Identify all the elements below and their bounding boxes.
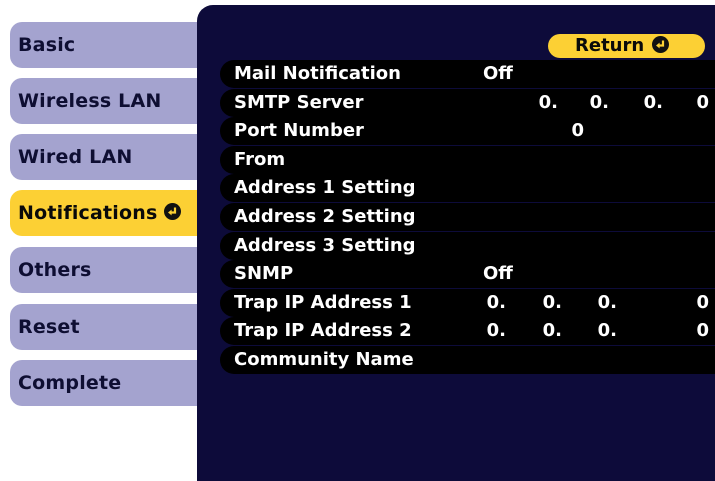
ip-octet: 0. bbox=[486, 291, 506, 313]
tab-wired-lan[interactable]: Wired LAN bbox=[10, 134, 206, 180]
setting-label: Port Number bbox=[234, 120, 364, 142]
smtp-server-row[interactable]: SMTP Server 0. 0. 0. 0 bbox=[220, 88, 715, 117]
tab-label: Complete bbox=[18, 372, 122, 394]
tab-basic[interactable]: Basic bbox=[10, 22, 206, 68]
tab-label: Basic bbox=[18, 34, 76, 56]
setting-label: From bbox=[234, 148, 286, 170]
enter-icon bbox=[163, 203, 181, 220]
community-name-row[interactable]: Community Name bbox=[220, 345, 715, 374]
from-row[interactable]: From bbox=[220, 145, 715, 174]
tab-label: Wired LAN bbox=[18, 146, 133, 168]
setting-label: Trap IP Address 2 bbox=[234, 320, 412, 342]
snmp-row[interactable]: SNMP Off bbox=[220, 260, 715, 289]
ip-octet: 0. bbox=[542, 291, 562, 313]
tab-others[interactable]: Others bbox=[10, 247, 206, 293]
setting-value: 0 bbox=[571, 120, 584, 142]
ip-octet: 0. bbox=[486, 320, 506, 342]
trap-ip-address-1-row[interactable]: Trap IP Address 1 0. 0. 0. 0 bbox=[220, 288, 715, 317]
ip-octet: 0. bbox=[589, 91, 609, 113]
ip-octet: 0. bbox=[597, 320, 617, 342]
ip-octet: 0. bbox=[538, 91, 558, 113]
return-label: Return bbox=[575, 35, 645, 56]
tab-label: Reset bbox=[18, 316, 80, 338]
ip-octet: 0 bbox=[696, 320, 709, 342]
address-2-setting-row[interactable]: Address 2 Setting bbox=[220, 202, 715, 231]
setting-label: SNMP bbox=[234, 263, 294, 285]
setting-value: Off bbox=[483, 263, 513, 285]
address-1-setting-row[interactable]: Address 1 Setting bbox=[220, 174, 715, 203]
setting-label: Address 3 Setting bbox=[234, 234, 416, 256]
ip-octet: 0 bbox=[696, 291, 709, 313]
ip-octet: 0 bbox=[696, 91, 709, 113]
setting-label: Address 2 Setting bbox=[234, 205, 416, 227]
trap-ip-address-2-row[interactable]: Trap IP Address 2 0. 0. 0. 0 bbox=[220, 317, 715, 346]
setting-label: Mail Notification bbox=[234, 63, 401, 84]
tab-wireless-lan[interactable]: Wireless LAN bbox=[10, 78, 206, 124]
mail-notification-row[interactable]: Mail Notification Off bbox=[220, 60, 715, 88]
setting-label: Community Name bbox=[234, 348, 414, 370]
tab-label: Notifications bbox=[18, 202, 158, 224]
ip-octet: 0. bbox=[643, 91, 663, 113]
setting-value: Off bbox=[483, 63, 513, 84]
address-3-setting-row[interactable]: Address 3 Setting bbox=[220, 231, 715, 260]
enter-icon bbox=[652, 35, 670, 53]
tab-label: Wireless LAN bbox=[18, 90, 162, 112]
tab-label: Others bbox=[18, 259, 92, 281]
ip-octet: 0. bbox=[597, 291, 617, 313]
tab-notifications[interactable]: Notifications bbox=[10, 190, 206, 236]
setting-label: SMTP Server bbox=[234, 91, 364, 113]
return-button[interactable]: Return bbox=[548, 34, 705, 58]
tab-reset[interactable]: Reset bbox=[10, 304, 206, 350]
tab-complete[interactable]: Complete bbox=[10, 360, 206, 406]
settings-list: Mail Notification Off SMTP Server 0. 0. … bbox=[220, 60, 715, 375]
ip-octet: 0. bbox=[542, 320, 562, 342]
setting-label: Trap IP Address 1 bbox=[234, 291, 412, 313]
setting-label: Address 1 Setting bbox=[234, 177, 416, 199]
port-number-row[interactable]: Port Number 0 bbox=[220, 117, 715, 146]
